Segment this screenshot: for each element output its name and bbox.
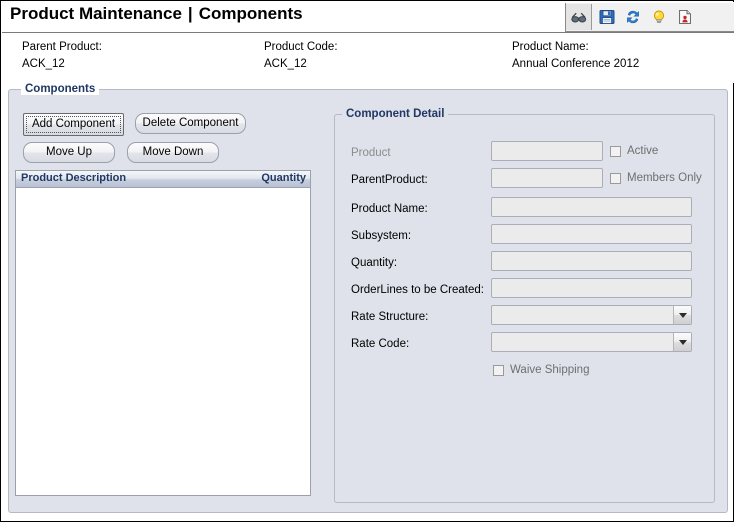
column-header-product-description[interactable]: Product Description <box>21 172 126 184</box>
delete-component-button[interactable]: Delete Component <box>135 113 246 134</box>
page-title-main: Product Maintenance <box>10 4 182 23</box>
add-component-button-label: Add Component <box>26 116 121 133</box>
components-group-legend: Components <box>21 83 99 95</box>
product-input[interactable] <box>491 141 603 161</box>
active-checkbox-label: Active <box>627 145 658 157</box>
parent-product-label: Parent Product: <box>22 41 102 53</box>
quantity-label: Quantity: <box>351 257 397 269</box>
parent-product-value: ACK_12 <box>22 58 102 70</box>
quantity-input[interactable] <box>491 251 692 271</box>
view-glasses-icon[interactable] <box>566 4 592 30</box>
components-list-body[interactable] <box>16 189 310 495</box>
page-title: Product Maintenance|Components <box>10 4 303 24</box>
product-name-input[interactable] <box>491 197 692 217</box>
title-bar: Product Maintenance|Components <box>2 2 734 33</box>
add-component-button[interactable]: Add Component <box>23 113 124 136</box>
product-code-value: ACK_12 <box>264 58 338 70</box>
component-detail-legend: Component Detail <box>342 108 448 120</box>
header-info: Parent Product: ACK_12 Product Code: ACK… <box>1 33 734 83</box>
members-only-checkbox-label: Members Only <box>627 172 702 184</box>
members-only-checkbox[interactable] <box>610 173 621 184</box>
rate-code-select[interactable] <box>491 332 692 352</box>
page-title-sub: Components <box>199 4 303 23</box>
header-parent-product: Parent Product: ACK_12 <box>22 41 102 70</box>
subsystem-label: Subsystem: <box>351 230 411 242</box>
report-icon[interactable] <box>672 4 698 30</box>
components-list[interactable]: Product Description Quantity <box>15 170 311 496</box>
refresh-icon[interactable] <box>620 4 646 30</box>
page-title-separator: | <box>182 4 199 23</box>
rate-code-label: Rate Code: <box>351 338 409 350</box>
application-window: Product Maintenance|Components <box>0 0 734 522</box>
lightbulb-icon[interactable] <box>646 4 672 30</box>
product-code-label: Product Code: <box>264 41 338 53</box>
save-icon[interactable] <box>594 4 620 30</box>
parentproduct-input[interactable] <box>491 168 603 188</box>
column-header-quantity[interactable]: Quantity <box>261 172 306 184</box>
header-product-name: Product Name: Annual Conference 2012 <box>512 41 639 70</box>
header-product-code: Product Code: ACK_12 <box>264 41 338 70</box>
orderlines-input[interactable] <box>491 278 692 298</box>
rate-structure-label: Rate Structure: <box>351 311 428 323</box>
toolbar <box>565 3 734 32</box>
waive-shipping-checkbox[interactable] <box>493 365 504 376</box>
parentproduct-label: ParentProduct: <box>351 174 428 186</box>
chevron-down-icon[interactable] <box>673 333 691 351</box>
rate-structure-select[interactable] <box>491 305 692 325</box>
waive-shipping-checkbox-label: Waive Shipping <box>510 364 589 376</box>
components-list-header: Product Description Quantity <box>16 171 310 188</box>
product-name-value: Annual Conference 2012 <box>512 58 639 70</box>
active-checkbox[interactable] <box>610 146 621 157</box>
move-down-button[interactable]: Move Down <box>127 142 219 163</box>
product-name-field-label: Product Name: <box>351 203 428 215</box>
component-detail-group: Component Detail Product Active ParentPr… <box>334 114 715 503</box>
product-label: Product <box>351 147 391 159</box>
chevron-down-icon[interactable] <box>673 306 691 324</box>
move-up-button[interactable]: Move Up <box>23 142 115 163</box>
subsystem-input[interactable] <box>491 224 692 244</box>
product-name-label: Product Name: <box>512 41 639 53</box>
orderlines-label: OrderLines to be Created: <box>351 284 484 296</box>
